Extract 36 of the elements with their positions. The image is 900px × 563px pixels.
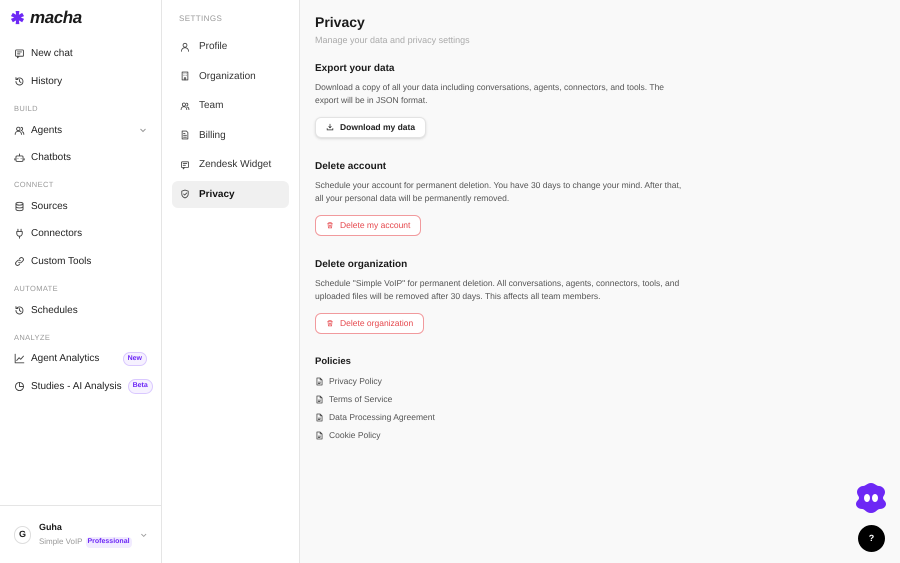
section-title: Delete organization [315, 258, 408, 272]
policy-link[interactable]: Cookie Policy [315, 426, 885, 444]
delete-button[interactable]: Delete my account [315, 214, 422, 236]
section-description: Download a copy of all your data including conversations, agents, connectors, and tools. The export will be in JSON format. [315, 81, 666, 107]
nav-item[interactable]: Sources [6, 192, 155, 220]
settings-tab[interactable]: Team [172, 92, 289, 120]
nav-item[interactable]: Chatbots [6, 144, 155, 172]
user-name: Guha [38, 520, 63, 534]
page-title: Privacy [315, 14, 366, 32]
organization-name: Simple VoIP [38, 536, 83, 548]
section-title: Policies [315, 355, 352, 369]
policy-link[interactable]: Data Processing Agreement [315, 408, 885, 426]
section-title: Export your data [315, 62, 396, 76]
nav-item[interactable]: History [6, 68, 155, 95]
nav-item[interactable]: Connectors [6, 220, 155, 248]
user-avatar: G [14, 526, 31, 544]
policy-link[interactable]: Terms of Service [315, 390, 885, 408]
section-heading: SETTINGS [178, 13, 224, 25]
nav-item[interactable]: New chat [6, 40, 155, 68]
delete-button[interactable]: Delete organization [315, 312, 424, 334]
section-title: Delete account [315, 160, 388, 174]
settings-tab[interactable]: Billing [172, 122, 289, 149]
page-subtitle: Manage your data and privacy settings [315, 34, 471, 47]
policy-link[interactable]: Privacy Policy [315, 372, 885, 390]
logo-text: macha [30, 9, 82, 26]
settings-tab[interactable]: Privacy [172, 180, 289, 208]
settings-tab[interactable]: Profile [172, 33, 289, 60]
nav-item[interactable]: Schedules [6, 296, 155, 324]
nav-item[interactable]: Custom Tools [6, 248, 155, 275]
settings-tab[interactable]: Zendesk Widget [172, 151, 289, 178]
help-button[interactable]: ? [858, 525, 885, 552]
section-description: Schedule "Simple VoIP" for permanent deletion. All conversations, agents, connectors, tools, and uploaded files will be removed after 30 days. This affects all team members. [315, 277, 680, 303]
settings-tab[interactable]: Organization [172, 62, 289, 90]
nav-item[interactable]: Agents [6, 116, 155, 144]
download-button[interactable]: Download my data [315, 116, 426, 138]
section-description: Schedule your account for permanent deletion. You have 30 days to change your mind. After that, all your personal data will be permanently removed. [315, 179, 682, 205]
